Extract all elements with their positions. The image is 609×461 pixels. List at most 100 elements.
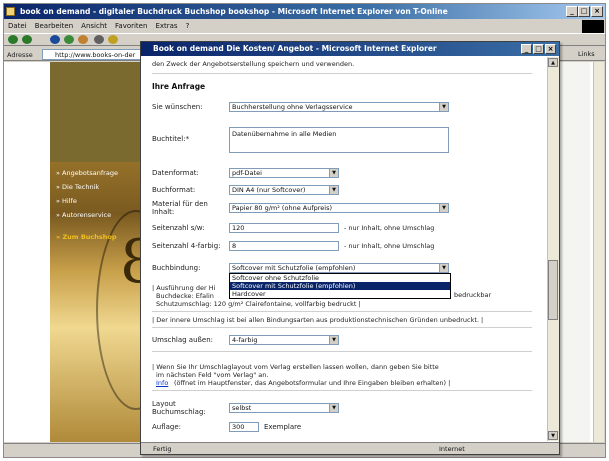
browser-title: book on demand - digitaler Buchdruck Buc… xyxy=(4,4,605,19)
sidebar-header xyxy=(50,62,140,162)
popup-content: den Zweck der Angebotserstellung speiche… xyxy=(141,57,546,441)
desc-line-1b: bedruckbar xyxy=(454,291,492,299)
forward-icon[interactable] xyxy=(22,35,32,44)
layout-note-2: im nächsten Feld "vom Verlag" an. xyxy=(156,371,269,379)
label-seitenzahl-sw: Seitenzahl s/w: xyxy=(152,224,205,232)
label-layout: Layout Buchumschlag: xyxy=(152,400,206,416)
chevron-down-icon: ▼ xyxy=(329,336,338,344)
menu-bar: Datei Bearbeiten Ansicht Favoriten Extras? xyxy=(4,20,605,32)
desc-line-1: | Ausführung der Hi xyxy=(152,284,216,292)
popup-close-button[interactable]: × xyxy=(545,44,556,54)
stop-icon[interactable] xyxy=(50,35,60,44)
suffix-seitenzahl-sw: - nur Inhalt, ohne Umschlag xyxy=(344,224,435,232)
label-material: Material für den Inhalt: xyxy=(152,200,208,216)
links-label[interactable]: Links xyxy=(578,50,595,58)
divider xyxy=(152,73,532,74)
favorites-icon[interactable] xyxy=(108,35,118,44)
search-icon[interactable] xyxy=(94,35,104,44)
select-material[interactable]: Papier 80 g/m² (ohne Aufpreis) ▼ xyxy=(229,203,449,213)
select-umschlag[interactable]: 4-farbig ▼ xyxy=(229,335,339,345)
popup-scrollbar[interactable] xyxy=(547,57,559,441)
section-title: Ihre Anfrage xyxy=(152,82,206,91)
select-buchbindung[interactable]: Softcover mit Schutzfolie (empfohlen) ▼ xyxy=(229,263,449,273)
home-icon[interactable] xyxy=(78,35,88,44)
layout-note-1: | Wenn Sie Ihr Umschlaglayout vom Verlag… xyxy=(152,363,439,371)
maximize-button[interactable]: □ xyxy=(578,6,590,17)
page-scrollbar[interactable] xyxy=(593,62,604,442)
menu-help[interactable]: ? xyxy=(186,22,190,30)
nav-technik[interactable]: » Die Technik xyxy=(56,183,99,191)
label-buchformat: Buchformat: xyxy=(152,186,196,194)
label-wunsch: Sie wünschen: xyxy=(152,103,203,111)
select-datenformat-value: pdf-Datei xyxy=(232,169,262,177)
info-link[interactable]: Info xyxy=(156,379,168,387)
select-buchformat-value: DIN A4 (nur Softcover) xyxy=(232,186,306,194)
popup-statusbar: Fertig Internet xyxy=(141,442,559,454)
menu-favoriten[interactable]: Favoriten xyxy=(115,22,147,30)
nav-angebotsanfrage[interactable]: » Angebotsanfrage xyxy=(56,169,118,177)
scroll-down-icon[interactable]: ▼ xyxy=(548,431,558,440)
divider xyxy=(152,311,532,312)
label-seitenzahl-farbig: Seitenzahl 4-farbig: xyxy=(152,242,221,250)
label-buchbindung: Buchbindung: xyxy=(152,264,201,272)
label-auflage: Auflage: xyxy=(152,423,182,431)
refresh-icon[interactable] xyxy=(64,35,74,44)
label-datenformat: Datenformat: xyxy=(152,169,199,177)
chevron-down-icon: ▼ xyxy=(329,186,338,194)
auflage-unit: Exemplare xyxy=(264,423,302,431)
popup-maximize-button[interactable]: □ xyxy=(533,44,544,54)
address-input[interactable]: http://www.books-on-der xyxy=(42,49,142,60)
dropdown-option[interactable]: Hardcover xyxy=(230,290,450,298)
select-wunsch[interactable]: Buchherstellung ohne Verlagsservice ▼ xyxy=(229,102,449,112)
select-buchformat[interactable]: DIN A4 (nur Softcover) ▼ xyxy=(229,185,339,195)
divider xyxy=(152,390,532,391)
suffix-seitenzahl-farbig: - nur Inhalt, ohne Umschlag xyxy=(344,242,435,250)
desc-line-2: Buchdecke: Efalin xyxy=(156,292,214,300)
buchtitel-textarea[interactable]: Datenübernahme in alle Medien xyxy=(229,127,449,153)
select-layout-value: selbst xyxy=(232,404,252,412)
chevron-down-icon: ▼ xyxy=(439,204,448,212)
intro-text: den Zweck der Angebotserstellung speiche… xyxy=(152,60,355,68)
nav-autorenservice[interactable]: » Autorenservice xyxy=(56,211,111,219)
divider xyxy=(152,327,532,328)
select-wunsch-value: Buchherstellung ohne Verlagsservice xyxy=(232,103,353,111)
menu-extras[interactable]: Extras xyxy=(155,22,177,30)
address-label: Adresse xyxy=(7,51,33,59)
select-layout[interactable]: selbst ▼ xyxy=(229,403,339,413)
scroll-thumb[interactable] xyxy=(548,260,558,320)
menu-ansicht[interactable]: Ansicht xyxy=(81,22,107,30)
chevron-down-icon: ▼ xyxy=(329,404,338,412)
dropdown-option-selected[interactable]: Softcover mit Schutzfolie (empfohlen) xyxy=(230,282,450,290)
info-note: (öffnet im Hauptfenster, das Angebotsfor… xyxy=(174,379,451,387)
chevron-down-icon: ▼ xyxy=(329,169,338,177)
divider xyxy=(152,351,532,352)
buchbindung-dropdown[interactable]: Softcover ohne Schutzfolie Softcover mit… xyxy=(229,273,451,299)
select-buchbindung-value: Softcover mit Schutzfolie (empfohlen) xyxy=(232,264,356,272)
nav-buchshop[interactable]: » Zum Buchshop xyxy=(56,233,117,241)
dropdown-option[interactable]: Softcover ohne Schutzfolie xyxy=(230,274,450,282)
menu-bearbeiten[interactable]: Bearbeiten xyxy=(35,22,73,30)
minimize-button[interactable]: _ xyxy=(566,6,578,17)
popup-title: Book on demand Die Kosten/ Angebot - Mic… xyxy=(141,42,559,56)
select-datenformat[interactable]: pdf-Datei ▼ xyxy=(229,168,339,178)
nav-hilfe[interactable]: » Hilfe xyxy=(56,197,77,205)
scroll-up-icon[interactable]: ▲ xyxy=(548,58,558,67)
chevron-down-icon: ▼ xyxy=(439,103,448,111)
inner-umschlag-note: | Der innere Umschlag ist bei allen Bind… xyxy=(152,316,484,324)
windows-logo-icon xyxy=(582,20,604,34)
ie-icon xyxy=(6,7,15,16)
zone-text: Internet xyxy=(439,445,465,453)
label-umschlag: Umschlag außen: xyxy=(152,336,214,344)
input-seitenzahl-farbig[interactable]: 8 xyxy=(229,241,339,251)
input-seitenzahl-sw[interactable]: 120 xyxy=(229,223,339,233)
desc-line-3: Schutzumschlag: 120 g/m² Clairefontaine,… xyxy=(156,300,361,308)
back-icon[interactable] xyxy=(8,35,18,44)
status-text: Fertig xyxy=(153,445,172,453)
input-auflage[interactable]: 300 xyxy=(229,422,259,432)
select-material-value: Papier 80 g/m² (ohne Aufpreis) xyxy=(232,204,332,212)
popup-minimize-button[interactable]: _ xyxy=(521,44,532,54)
menu-datei[interactable]: Datei xyxy=(8,22,27,30)
label-buchtitel: Buchtitel:* xyxy=(152,135,190,143)
chevron-down-icon: ▼ xyxy=(439,264,448,272)
close-button[interactable]: × xyxy=(591,6,603,17)
